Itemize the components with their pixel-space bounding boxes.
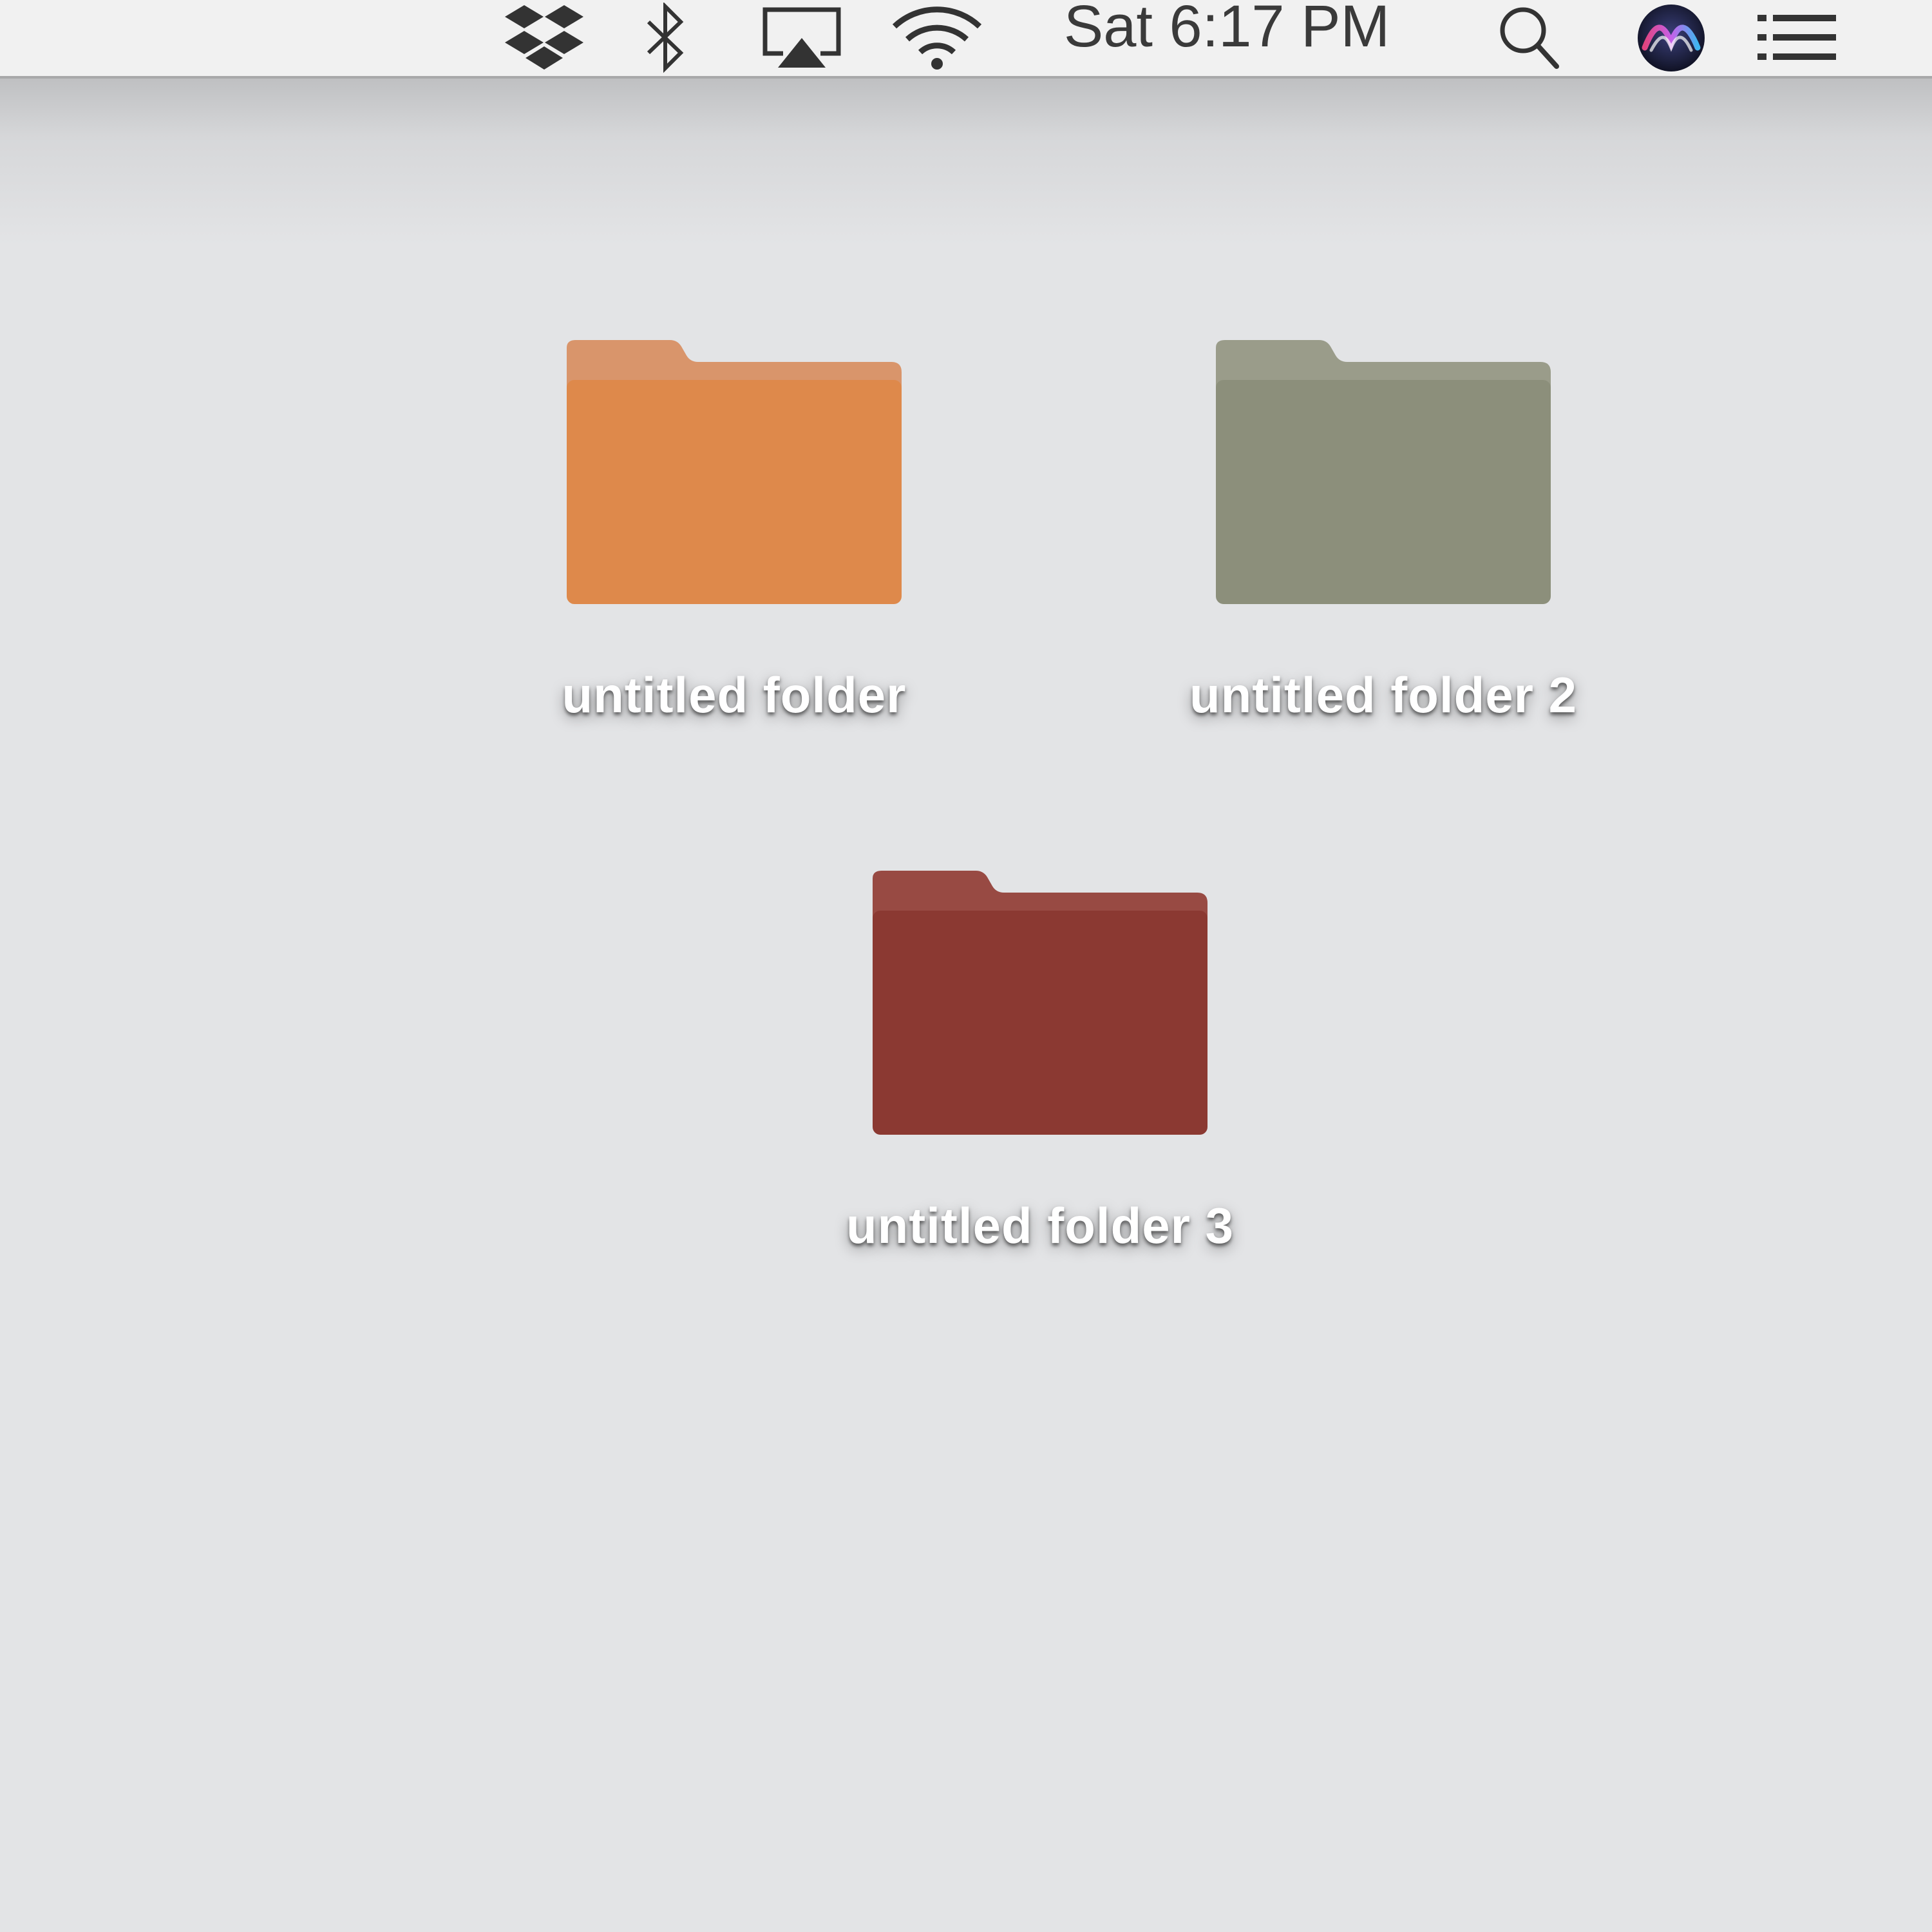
menubar-clock[interactable]: Sat 6:17 PM [1056,0,1397,64]
desktop-folder-2[interactable]: untitled folder 2 [1177,340,1589,724]
wifi-icon[interactable] [889,0,985,76]
menubar-shadow [0,79,1932,246]
spotlight-search-icon[interactable] [1494,0,1565,76]
folder-icon [567,340,902,604]
bluetooth-icon[interactable] [638,0,696,76]
folder-icon [873,871,1208,1135]
siri-icon[interactable] [1636,0,1707,76]
airplay-icon[interactable] [760,0,844,76]
folder-label: untitled folder 2 [1189,667,1577,723]
menu-bar: Sat 6:17 PM [0,0,1932,79]
folder-label: untitled folder [562,667,907,723]
notification-center-icon[interactable] [1752,0,1842,76]
desktop-folder-1[interactable]: untitled folder [528,340,940,724]
folder-icon [1216,340,1551,604]
dropbox-icon[interactable] [496,0,592,76]
desktop-folder-3[interactable]: untitled folder 3 [834,871,1246,1255]
folder-label: untitled folder 3 [846,1197,1234,1254]
